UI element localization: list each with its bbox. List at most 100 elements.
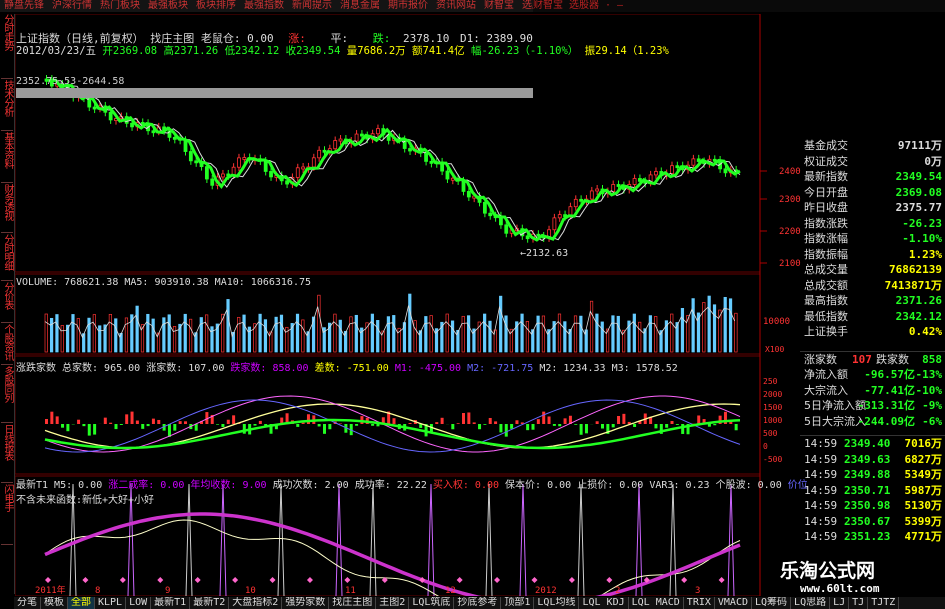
formula-tab[interactable]: 大盘指标2 [229, 597, 283, 609]
candle-body [295, 167, 300, 178]
left-nav-item[interactable]: 基本资料 [1, 132, 13, 183]
left-nav-item[interactable]: 闪电手 [1, 484, 13, 545]
top-menu-item[interactable]: 期市报价 [384, 0, 432, 12]
formula-tab[interactable]: LQL KDJ [579, 597, 629, 609]
volume-bar [151, 318, 155, 353]
signal-spike [577, 483, 585, 596]
flow-label: 净流入额 [804, 368, 848, 381]
top-menu-item[interactable]: 消息金属 [336, 0, 384, 12]
candle-body [311, 157, 316, 168]
signal-panel-subtitle: 不含未来函数:新低+大好+小好 [16, 495, 155, 506]
top-menu-item[interactable]: 板块排序 [192, 0, 240, 12]
volume-bar [728, 298, 733, 353]
signal-title-part: 止损价: 0.00 [577, 480, 650, 491]
breadth-bar [472, 422, 476, 424]
volume-bar [648, 315, 652, 353]
volume-axis-label: 10000 [763, 317, 790, 327]
quote-label: 总成交量 [804, 263, 848, 276]
top-menu-item[interactable]: 沪深行情 [48, 0, 96, 12]
top-menu-tail-item[interactable]: 财智宝 [533, 0, 563, 12]
formula-tab[interactable]: 模板 [41, 597, 68, 609]
formula-tab[interactable]: 主图2 [376, 597, 410, 609]
formula-tab[interactable]: 抄底参考 [454, 597, 502, 609]
quote-row: 总成交量 76862139 [800, 262, 945, 278]
formula-tab[interactable]: LJ [830, 597, 850, 609]
top-menu-item[interactable]: 财智宝 [480, 0, 518, 12]
top-menu-item[interactable]: 选股器 [518, 0, 533, 12]
formula-tab[interactable]: KLPL [95, 597, 127, 609]
signal-spike [635, 483, 643, 596]
top-menu-tail-item[interactable]: — [617, 0, 623, 12]
breadth-bar [306, 414, 310, 424]
breadth-bar [45, 419, 48, 424]
volume-bar [49, 317, 54, 353]
left-nav-item[interactable]: 个股资讯 [1, 324, 13, 365]
breadth-bar [216, 424, 220, 425]
formula-tab[interactable]: 强势家数 [282, 597, 330, 609]
top-menu-item[interactable]: 新闻提示 [288, 0, 336, 12]
formula-tab[interactable]: 顶部1 [501, 597, 535, 609]
left-nav-item[interactable]: 分时明细 [1, 234, 13, 281]
breadth-bar [141, 424, 145, 429]
formula-tab[interactable]: 最新T2 [190, 597, 230, 609]
formula-tab[interactable]: LOW [126, 597, 152, 609]
breadth-axis-label: -500 [763, 455, 782, 464]
volume-bar [670, 313, 674, 353]
volume-bar [349, 316, 353, 353]
top-menu-item[interactable]: 最强板块 [144, 0, 192, 12]
signal-title-part: 最新T1 M5: 0.00 [16, 480, 109, 491]
formula-tab[interactable]: 分笔 [14, 597, 41, 609]
formula-tab[interactable]: LQL MACD [629, 597, 684, 609]
left-nav-item[interactable]: 财务透视 [1, 184, 13, 233]
moving-average-line [45, 78, 741, 242]
top-menu-tail-item[interactable]: 选股器 [569, 0, 599, 12]
formula-tab[interactable]: TJTZ [868, 597, 900, 609]
left-nav-item[interactable]: 技术分析 [1, 80, 13, 131]
left-nav-item[interactable]: 分时走势 [1, 14, 13, 79]
signal-panel-title: 最新T1 M5: 0.00 涨二成率: 0.00 年均收数: 9.00 成功次数… [16, 476, 808, 491]
formula-tab[interactable]: TRIX [684, 597, 715, 609]
formula-tab[interactable]: 全部 [68, 597, 95, 609]
bar-low: 低2342.12 [224, 45, 280, 57]
breadth-title-part: M2: -721.75 [467, 363, 540, 374]
formula-tab[interactable]: 找庄主图 [329, 597, 377, 609]
quote-label: 基金成交 [804, 139, 848, 152]
signal-title-part: 保本价: 0.00 [505, 480, 578, 491]
formula-tab[interactable]: TJ [849, 597, 869, 609]
breadth-bar [510, 424, 514, 429]
breadth-bar [87, 424, 91, 436]
top-menu-item[interactable]: 最强指数 [240, 0, 288, 12]
top-menu-tail-item[interactable]: · [605, 0, 611, 12]
top-menu-item[interactable]: 资讯网站 [432, 0, 480, 12]
formula-tab[interactable]: VMACD [715, 597, 752, 609]
breadth-panel-title: 涨跌家数 总家数: 965.00 涨家数: 107.00 跌家数: 858.00… [16, 359, 678, 374]
formula-tab[interactable]: LQ思路 [791, 597, 831, 609]
volume-bar [536, 315, 540, 353]
tick-volume: 5399万 [904, 514, 943, 528]
flow-percent: -13% [915, 368, 943, 381]
breadth-bar [151, 418, 155, 424]
formula-tab[interactable]: LQ筹码 [752, 597, 792, 609]
formula-tab[interactable]: 最新T1 [151, 597, 191, 609]
signal-title-part: 个股波: 0.00 [715, 480, 788, 491]
top-menu-item[interactable]: 静盘先锋 [0, 0, 48, 12]
breadth-bar [617, 415, 621, 424]
breadth-title-part: 跌家数: 858.00 [230, 363, 315, 374]
volume-bar [450, 320, 455, 353]
breadth-bar [130, 411, 134, 424]
quote-label: 上证换手 [804, 325, 848, 338]
top-menu-item[interactable]: 热门板块 [96, 0, 144, 12]
left-nav-item[interactable]: 日线报表 [1, 424, 13, 483]
tick-row: 14:59 2350.98 5130万 [800, 498, 945, 514]
signal-spike [669, 483, 677, 596]
volume-bar [301, 319, 305, 353]
formula-tab[interactable]: LQL筑底 [409, 597, 455, 609]
volume-bar [541, 315, 546, 353]
left-nav-item[interactable]: 分价表 [1, 282, 13, 323]
breadth-bar [371, 424, 375, 426]
left-nav-item[interactable]: 多股同列 [1, 366, 13, 423]
formula-tab[interactable]: LQL均线 [534, 597, 580, 609]
breadth-bar [488, 417, 492, 424]
candle-body [237, 157, 241, 168]
quote-row: 昨日收盘 2375.77 [800, 200, 945, 216]
